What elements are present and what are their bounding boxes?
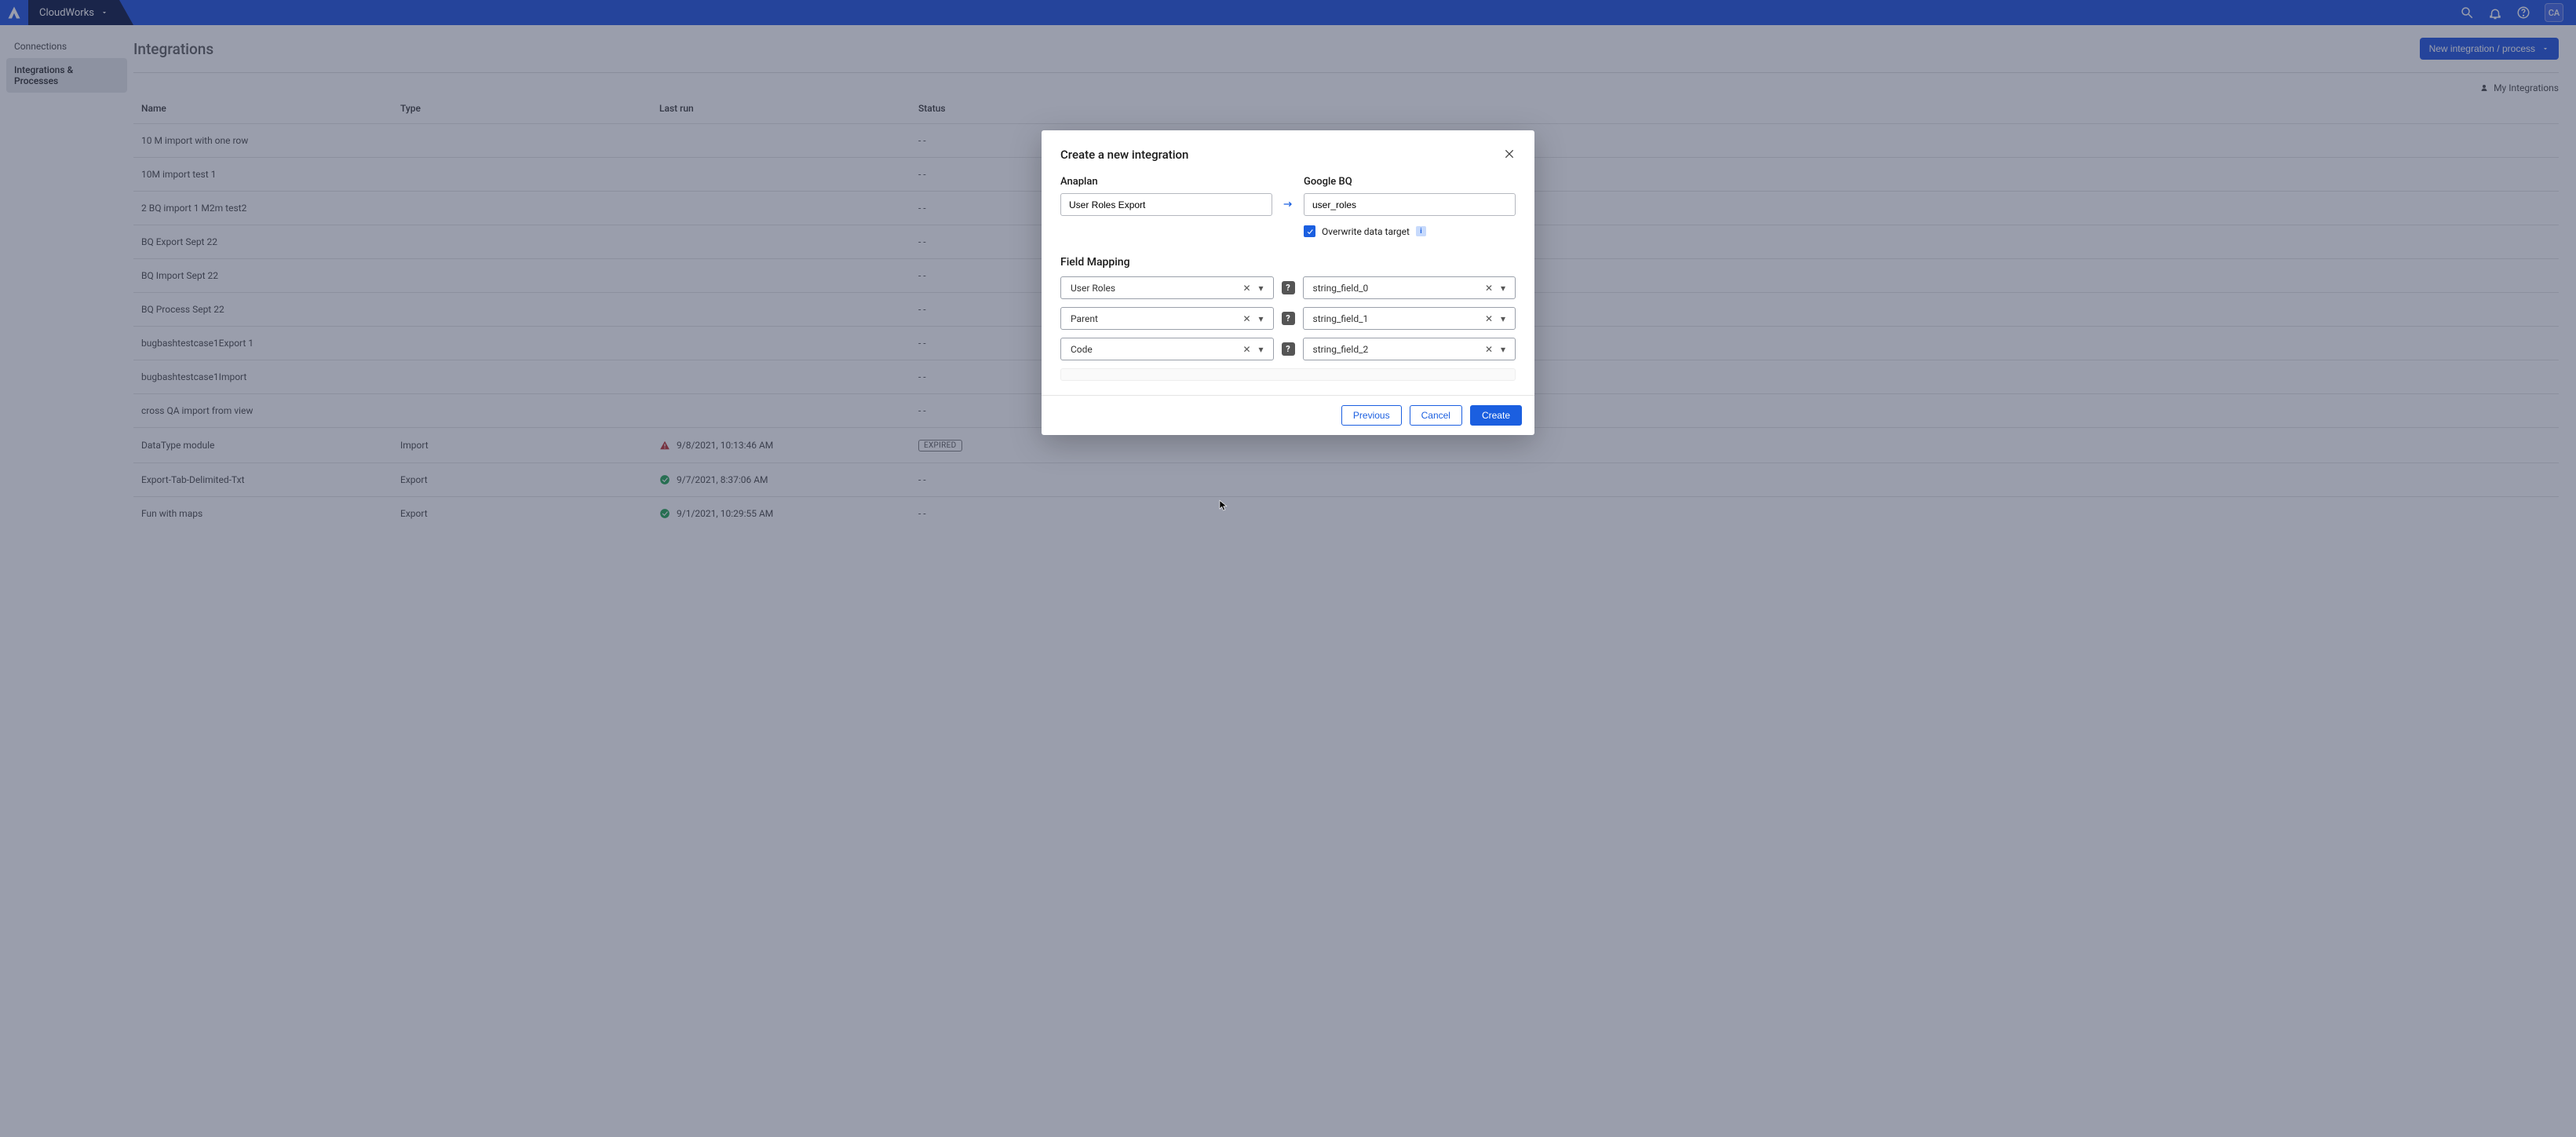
modal-footer: Previous Cancel Create <box>1042 395 1534 435</box>
help-icon[interactable]: ? <box>1282 342 1295 356</box>
target-field-value: string_field_0 <box>1313 283 1483 294</box>
chevron-down-icon[interactable]: ▾ <box>1496 283 1510 294</box>
arrow-right-icon <box>1282 198 1294 210</box>
help-icon[interactable]: ? <box>1282 281 1295 294</box>
clear-icon[interactable]: ✕ <box>1240 283 1254 294</box>
target-field-combo[interactable]: string_field_0✕▾ <box>1303 276 1516 299</box>
clear-icon[interactable]: ✕ <box>1240 344 1254 355</box>
target-field-combo[interactable]: string_field_1✕▾ <box>1303 307 1516 330</box>
bq-label: Google BQ <box>1304 176 1516 188</box>
target-field-value: string_field_1 <box>1313 313 1483 324</box>
anaplan-field: Anaplan <box>1060 176 1272 216</box>
chevron-down-icon[interactable]: ▾ <box>1254 283 1268 294</box>
info-icon[interactable]: i <box>1416 226 1426 236</box>
mapping-row: Parent✕▾?string_field_1✕▾ <box>1060 307 1516 330</box>
create-button[interactable]: Create <box>1470 405 1522 426</box>
clear-icon[interactable]: ✕ <box>1482 344 1496 355</box>
anaplan-input[interactable] <box>1060 193 1272 216</box>
overwrite-checkbox[interactable] <box>1304 225 1315 237</box>
chevron-down-icon[interactable]: ▾ <box>1496 344 1510 355</box>
overwrite-label: Overwrite data target <box>1322 226 1410 237</box>
help-icon[interactable]: ? <box>1282 312 1295 325</box>
clear-icon[interactable]: ✕ <box>1482 283 1496 294</box>
field-mapping-title: Field Mapping <box>1060 256 1516 269</box>
modal-overlay[interactable]: Create a new integration Anaplan Google … <box>0 0 2576 1137</box>
empty-mapping-row <box>1060 368 1516 381</box>
clear-icon[interactable]: ✕ <box>1482 313 1496 324</box>
source-field-value: Parent <box>1071 313 1240 324</box>
mapping-row: User Roles✕▾?string_field_0✕▾ <box>1060 276 1516 299</box>
modal-title: Create a new integration <box>1060 148 1188 162</box>
source-field-combo[interactable]: User Roles✕▾ <box>1060 276 1274 299</box>
overwrite-row: Overwrite data target i <box>1304 225 1516 237</box>
modal-body: Anaplan Google BQ Overwrite data target … <box>1042 170 1534 395</box>
chevron-down-icon[interactable]: ▾ <box>1254 344 1268 355</box>
close-icon[interactable] <box>1503 148 1516 160</box>
mapping-row: Code✕▾?string_field_2✕▾ <box>1060 338 1516 360</box>
create-integration-modal: Create a new integration Anaplan Google … <box>1042 130 1534 435</box>
source-field-value: User Roles <box>1071 283 1240 294</box>
clear-icon[interactable]: ✕ <box>1240 313 1254 324</box>
anaplan-label: Anaplan <box>1060 176 1272 188</box>
modal-header: Create a new integration <box>1042 130 1534 170</box>
check-icon <box>1306 228 1314 236</box>
source-field-value: Code <box>1071 344 1240 355</box>
chevron-down-icon[interactable]: ▾ <box>1496 313 1510 324</box>
mapping-list: User Roles✕▾?string_field_0✕▾Parent✕▾?st… <box>1060 276 1516 360</box>
previous-button[interactable]: Previous <box>1341 405 1402 426</box>
target-field-value: string_field_2 <box>1313 344 1483 355</box>
source-target-row: Anaplan Google BQ <box>1060 176 1516 216</box>
cancel-button[interactable]: Cancel <box>1410 405 1462 426</box>
bq-field: Google BQ <box>1304 176 1516 216</box>
source-field-combo[interactable]: Parent✕▾ <box>1060 307 1274 330</box>
direction-arrow <box>1280 198 1296 210</box>
chevron-down-icon[interactable]: ▾ <box>1254 313 1268 324</box>
target-field-combo[interactable]: string_field_2✕▾ <box>1303 338 1516 360</box>
bq-input[interactable] <box>1304 193 1516 216</box>
source-field-combo[interactable]: Code✕▾ <box>1060 338 1274 360</box>
